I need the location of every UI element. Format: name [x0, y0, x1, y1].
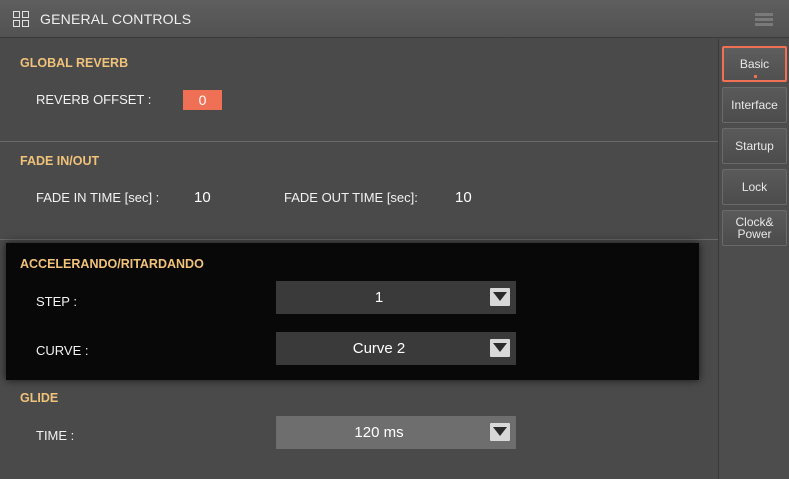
curve-value: Curve 2	[352, 340, 406, 357]
menu-icon[interactable]	[755, 13, 773, 26]
tab-interface[interactable]: Interface	[722, 87, 787, 123]
global-reverb-title: GLOBAL REVERB	[20, 56, 129, 70]
divider	[0, 239, 718, 240]
divider	[0, 141, 718, 142]
step-label: STEP :	[36, 294, 77, 309]
tab-label: Basic	[739, 57, 770, 71]
fade-title: FADE IN/OUT	[20, 154, 100, 168]
tab-label: Interface	[731, 98, 778, 112]
tab-clock-power[interactable]: Clock& Power	[722, 210, 787, 246]
glide-time-select[interactable]: 120 ms	[276, 416, 516, 449]
tab-lock[interactable]: Lock	[722, 169, 787, 205]
fade-out-value[interactable]: 10	[455, 189, 472, 206]
fade-in-value[interactable]: 10	[194, 189, 211, 206]
reverb-offset-value[interactable]: 0	[183, 90, 222, 110]
tab-basic[interactable]: Basic	[722, 46, 787, 82]
chevron-down-icon[interactable]	[490, 339, 510, 357]
main-panel: GLOBAL REVERB REVERB OFFSET : 0 FADE IN/…	[0, 39, 718, 479]
tab-label: Clock& Power	[735, 215, 774, 241]
step-value: 1	[374, 289, 384, 306]
page-title: GENERAL CONTROLS	[40, 11, 192, 27]
tab-startup[interactable]: Startup	[722, 128, 787, 164]
general-controls-window: GENERAL CONTROLS GLOBAL REVERB REVERB OF…	[0, 0, 789, 479]
fade-out-label: FADE OUT TIME [sec]:	[284, 190, 418, 205]
header-bar: GENERAL CONTROLS	[0, 0, 789, 38]
chevron-down-icon[interactable]	[490, 423, 510, 441]
accelerando-title: ACCELERANDO/RITARDANDO	[20, 257, 204, 271]
fade-in-label: FADE IN TIME [sec] :	[36, 190, 160, 205]
curve-label: CURVE :	[36, 343, 89, 358]
curve-select[interactable]: Curve 2	[276, 332, 516, 365]
tab-label: Lock	[741, 180, 768, 194]
glide-time-label: TIME :	[36, 428, 75, 443]
glide-time-value: 120 ms	[354, 424, 404, 441]
accelerando-panel: ACCELERANDO/RITARDANDO STEP : 1 CURVE : …	[6, 243, 699, 380]
step-select[interactable]: 1	[276, 281, 516, 314]
sidebar: Basic Interface Startup Lock Clock& Powe…	[718, 39, 789, 479]
tab-label: Startup	[735, 139, 774, 153]
grid-icon[interactable]	[13, 11, 29, 27]
chevron-down-icon[interactable]	[490, 288, 510, 306]
reverb-offset-label: REVERB OFFSET :	[36, 92, 152, 107]
glide-title: GLIDE	[20, 391, 59, 405]
